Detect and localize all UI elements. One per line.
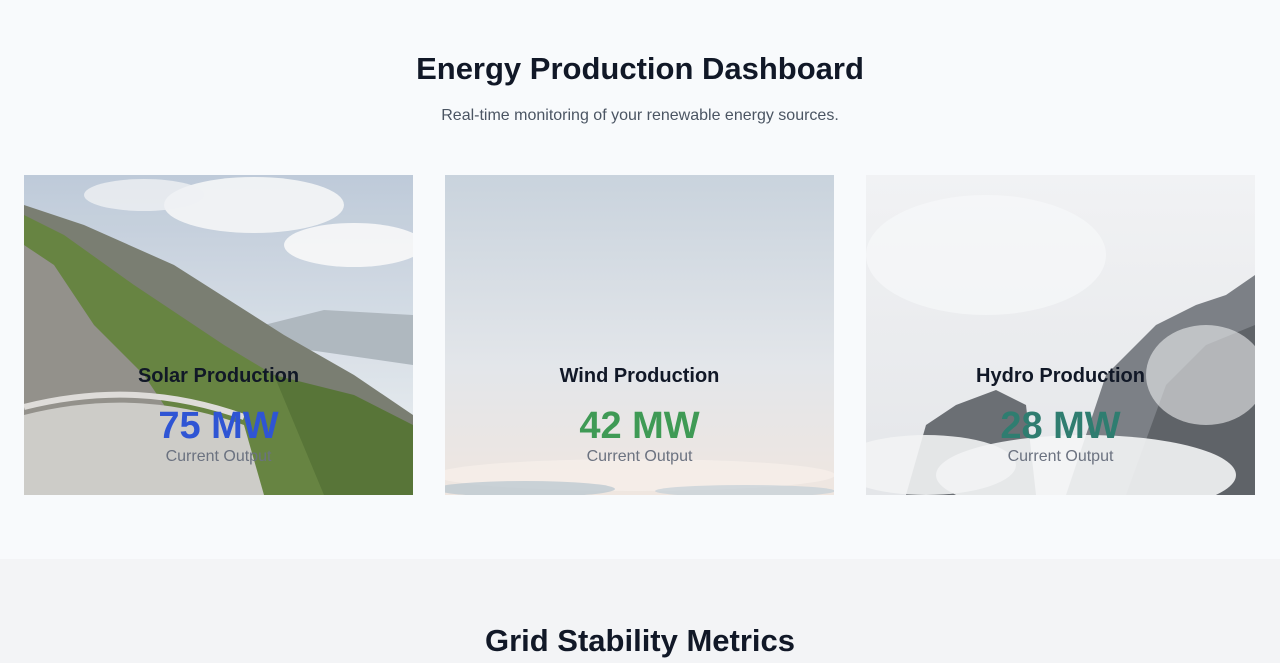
solar-card-body: Solar Production 75 MW Current Output — [24, 363, 413, 466]
hydro-label: Current Output — [1007, 448, 1114, 465]
hydro-title: Hydro Production — [976, 365, 1145, 387]
page-subtitle: Real-time monitoring of your renewable e… — [441, 107, 839, 124]
wind-card[interactable]: Wind Production 42 MW Current Output — [445, 175, 834, 495]
hydro-card[interactable]: Hydro Production 28 MW Current Output — [866, 175, 1255, 495]
wind-label: Current Output — [586, 448, 693, 465]
hero-section: Energy Production Dashboard Real-time mo… — [0, 0, 1280, 559]
wind-title: Wind Production — [559, 365, 720, 387]
hydro-value: 28 MW — [1000, 405, 1121, 447]
solar-card[interactable]: Solar Production 75 MW Current Output — [24, 175, 413, 495]
solar-label: Current Output — [165, 448, 272, 465]
hydro-card-body: Hydro Production 28 MW Current Output — [866, 363, 1255, 466]
solar-title: Solar Production — [137, 365, 300, 387]
wind-value: 42 MW — [579, 405, 700, 447]
grid-stability-title: Grid Stability Metrics — [484, 623, 796, 658]
solar-value: 75 MW — [158, 405, 279, 447]
grid-stability-section: Grid Stability Metrics — [0, 559, 1280, 663]
wind-card-body: Wind Production 42 MW Current Output — [445, 363, 834, 466]
production-cards: Solar Production 75 MW Current Output Wi… — [24, 175, 1256, 495]
page-title: Energy Production Dashboard — [416, 51, 864, 86]
